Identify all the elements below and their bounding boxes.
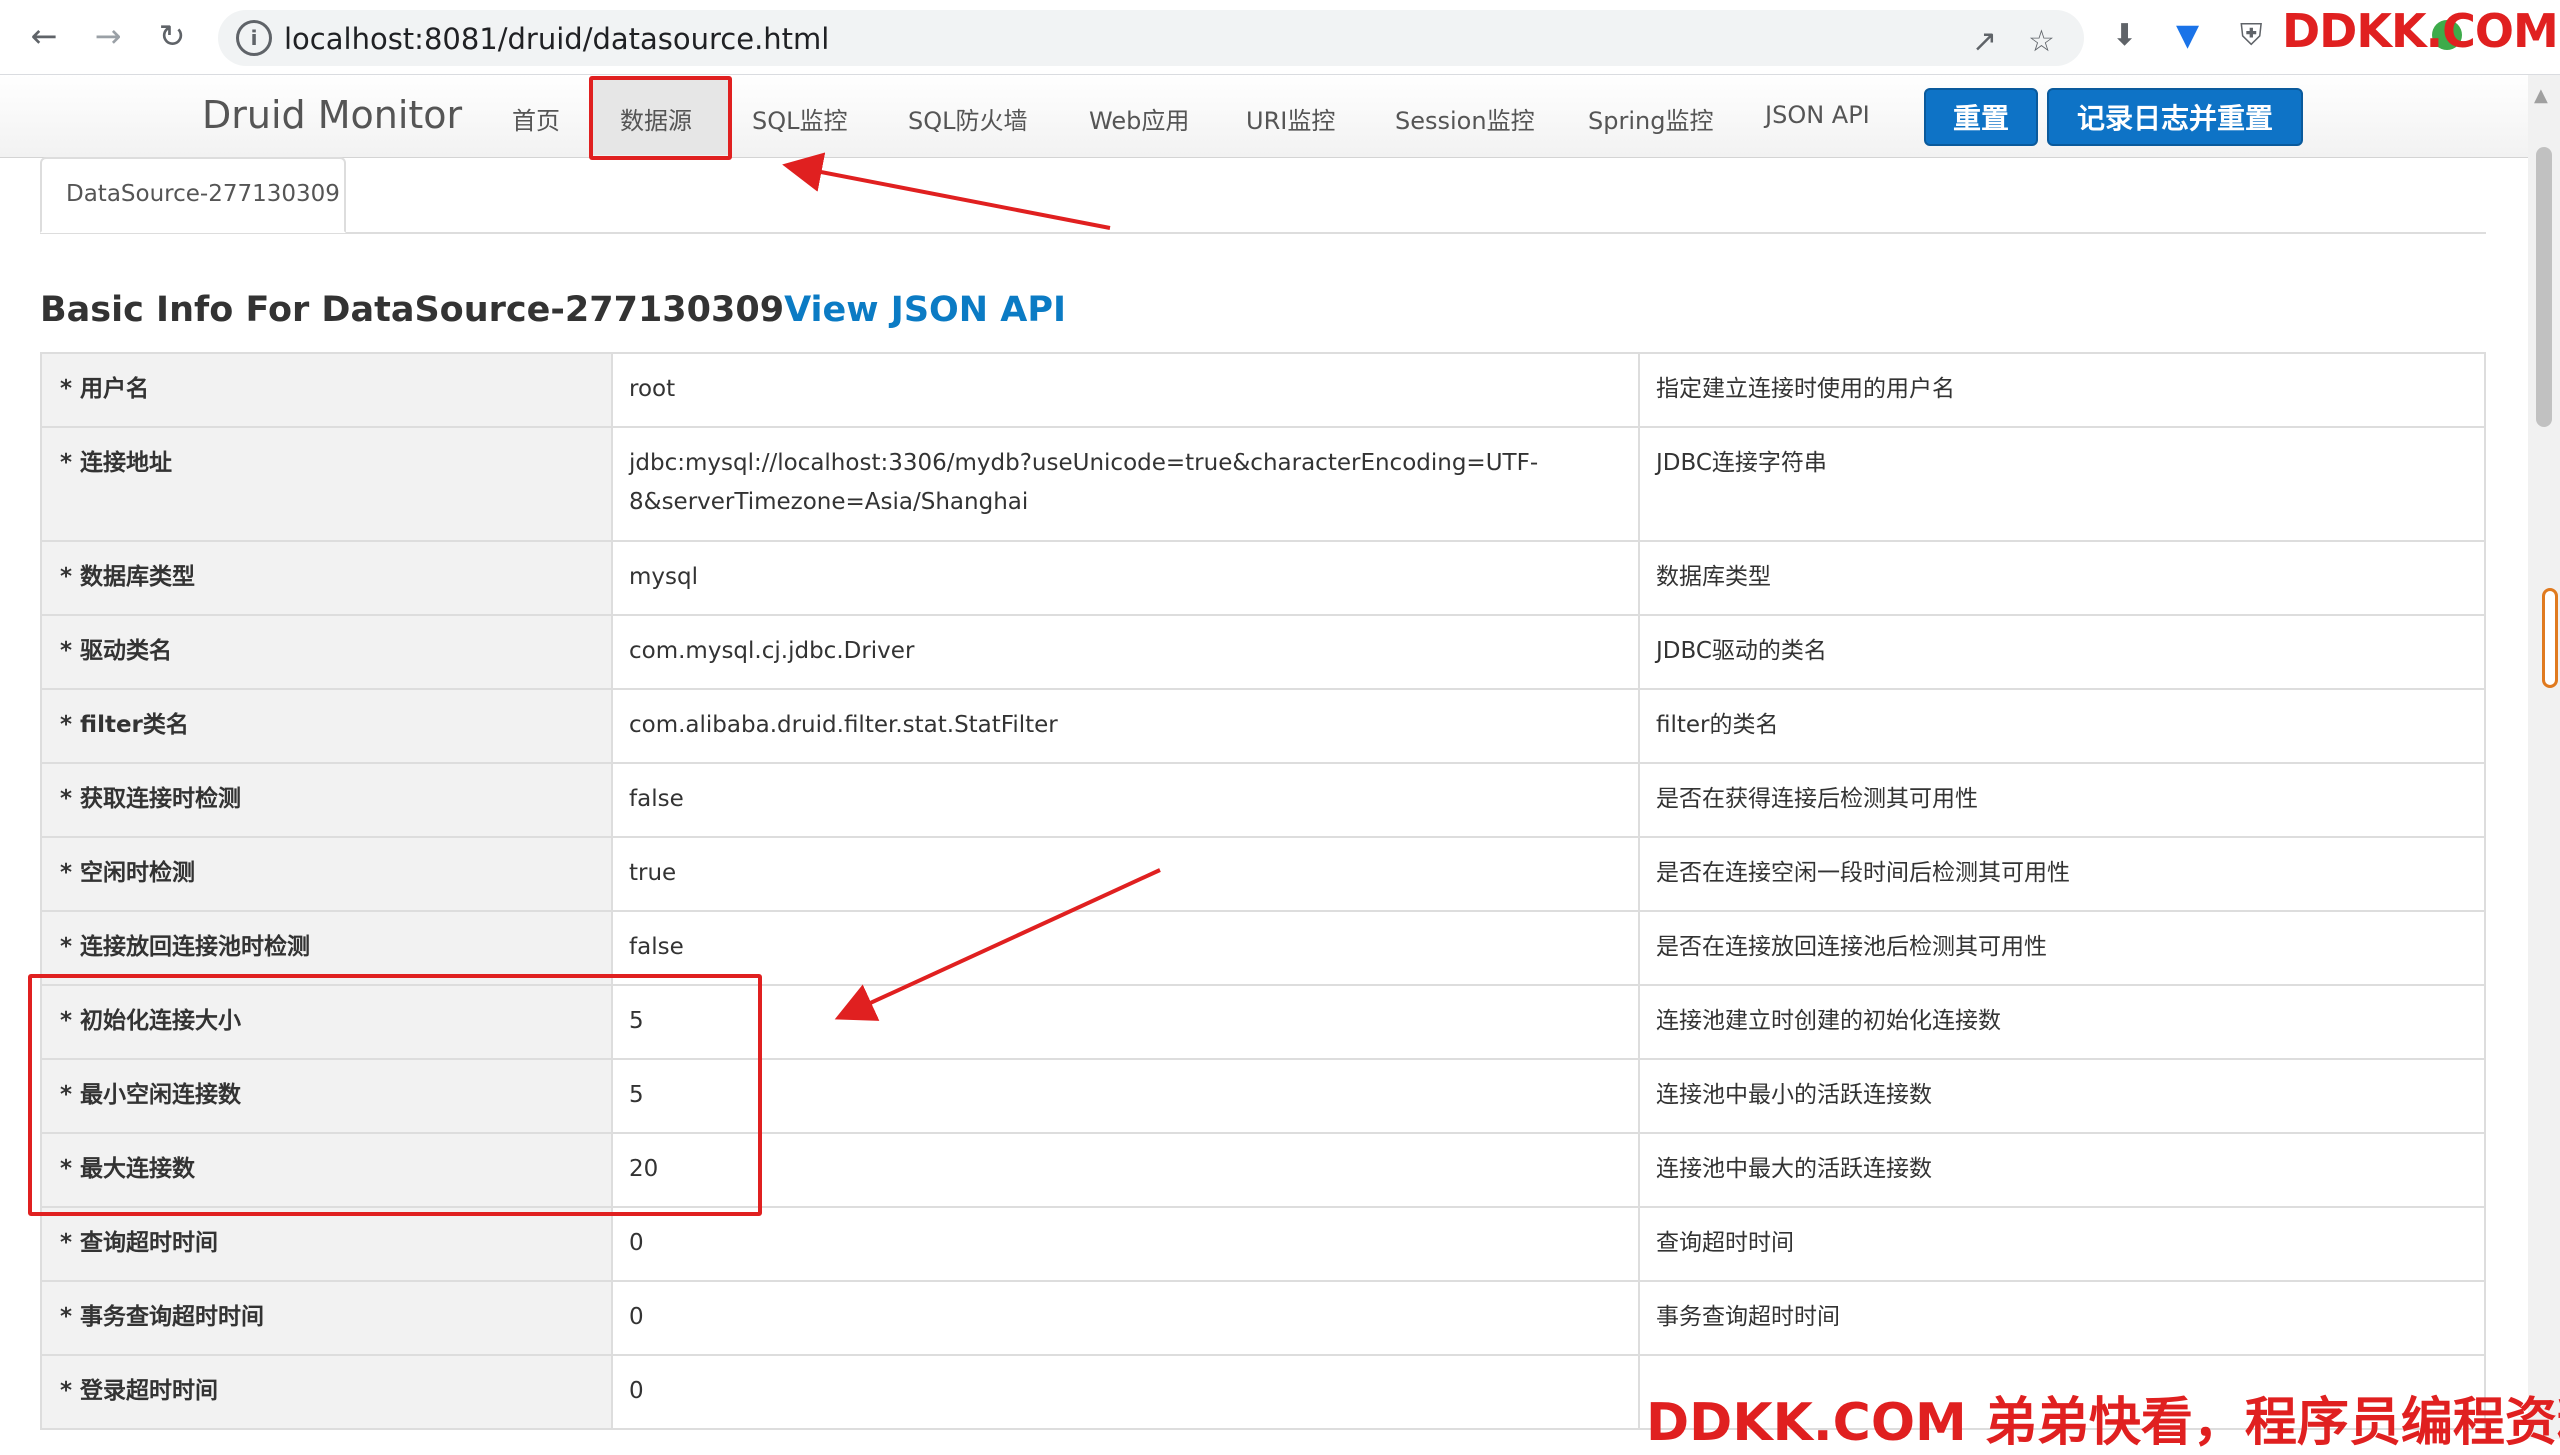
annotation-arrows — [782, 152, 1161, 1021]
arrow-to-pool-settings — [834, 868, 1161, 1021]
arrow-to-datasource-tab — [782, 152, 1111, 230]
watermark-text: DDKK.COM 弟弟快看，程序员编程资料站 — [1646, 1393, 2560, 1453]
